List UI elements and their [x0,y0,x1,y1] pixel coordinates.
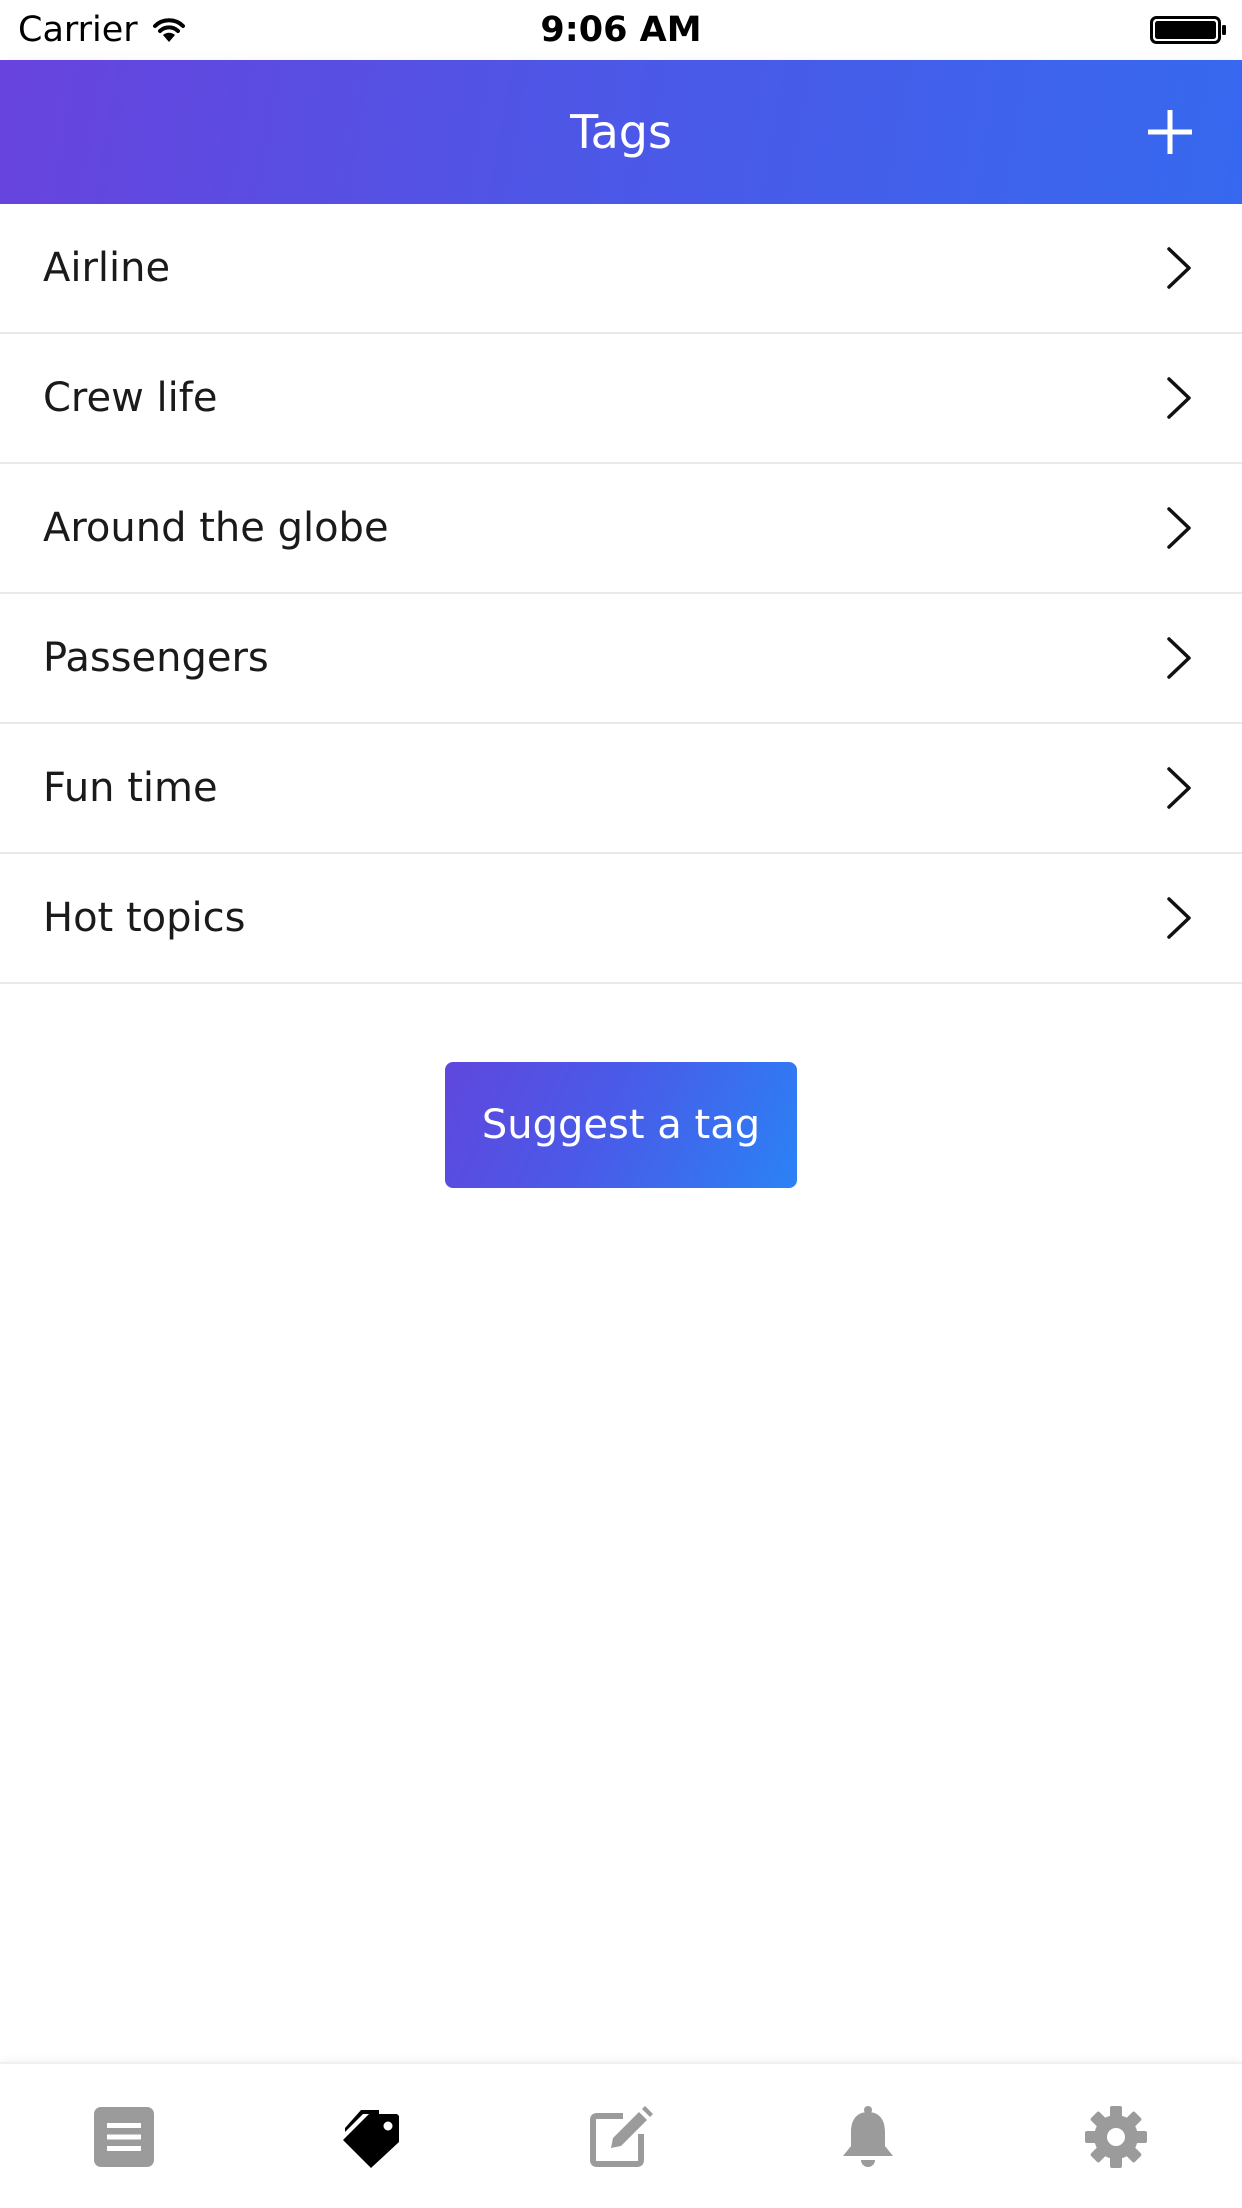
chevron-right-icon [1167,897,1191,939]
list-item[interactable]: Fun time [0,724,1242,854]
tab-posts[interactable] [0,2064,248,2208]
chevron-right-icon [1167,377,1191,419]
tag-label: Passengers [43,635,269,681]
tag-icon [343,2110,399,2168]
plus-icon [1148,110,1192,154]
status-bar: Carrier 9:06 AM [0,0,1242,60]
list-item[interactable]: Airline [0,204,1242,334]
add-tag-button[interactable] [1130,100,1210,164]
tab-compose[interactable] [496,2064,744,2208]
header-bar: Tags [0,60,1242,204]
list-item[interactable]: Around the globe [0,464,1242,594]
list-item[interactable]: Hot topics [0,854,1242,984]
list-item[interactable]: Passengers [0,594,1242,724]
tag-label: Hot topics [43,895,246,941]
bell-icon [843,2106,893,2167]
chevron-right-icon [1167,507,1191,549]
tag-label: Fun time [43,765,218,811]
chevron-right-icon [1167,767,1191,809]
tags-screen: Carrier 9:06 AM Tags Airline Crew life A… [0,0,1242,2208]
tag-label: Around the globe [43,505,389,551]
list-icon [94,2107,154,2167]
tab-tags[interactable] [248,2064,496,2208]
suggest-tag-button[interactable]: Suggest a tag [445,1062,797,1188]
battery-icon [1150,16,1226,44]
tag-list: Airline Crew life Around the globe Passe… [0,204,1242,984]
page-title: Tags [570,105,672,159]
tab-notifications[interactable] [744,2064,992,2208]
gear-icon [1085,2106,1147,2168]
tab-settings[interactable] [992,2064,1240,2208]
list-item[interactable]: Crew life [0,334,1242,464]
tag-label: Airline [43,245,171,291]
chevron-right-icon [1167,247,1191,289]
compose-icon [590,2106,653,2167]
status-time: 9:06 AM [540,10,702,50]
tab-bar [0,2062,1242,2208]
tag-label: Crew life [43,375,218,421]
chevron-right-icon [1167,637,1191,679]
